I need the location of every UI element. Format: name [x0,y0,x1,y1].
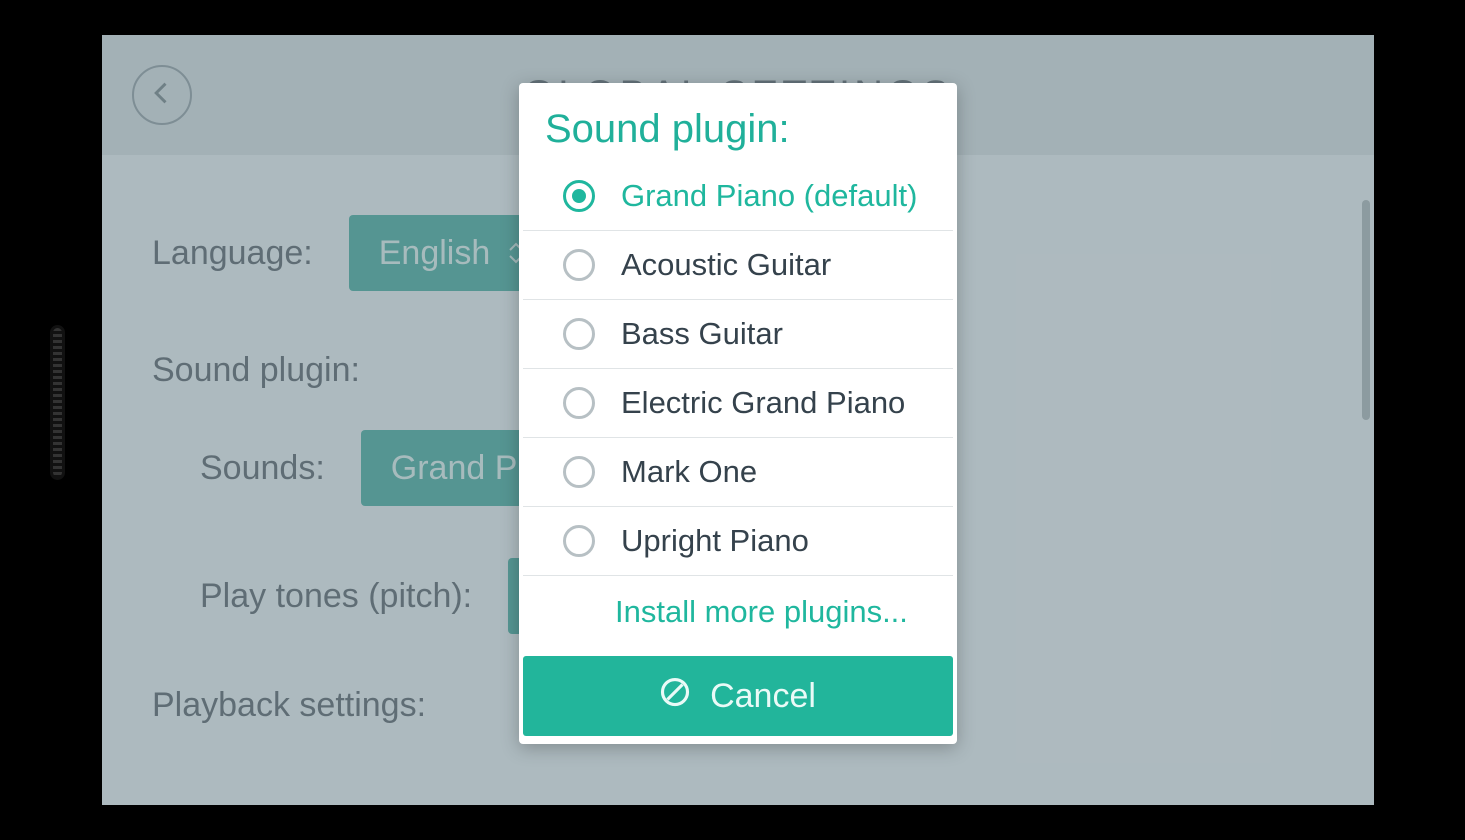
sound-plugin-modal: Sound plugin: Grand Piano (default) Acous… [519,83,957,744]
modal-title: Sound plugin: [519,101,957,162]
radio-icon [563,387,595,419]
radio-icon [563,456,595,488]
device-speaker [50,325,65,480]
cancel-label: Cancel [710,677,816,716]
app-screen: GLOBAL SETTINGS Language: English Sound … [102,35,1374,805]
install-more-plugins-link[interactable]: Install more plugins... [523,576,953,648]
sound-option-label: Electric Grand Piano [621,385,905,421]
sound-option-row[interactable]: Mark One [523,438,953,507]
cancel-button[interactable]: Cancel [523,656,953,736]
cancel-icon [660,677,690,716]
sound-option-row[interactable]: Electric Grand Piano [523,369,953,438]
radio-icon [563,318,595,350]
device-frame: GLOBAL SETTINGS Language: English Sound … [10,0,1455,840]
radio-icon [563,525,595,557]
sound-option-label: Upright Piano [621,523,809,559]
sound-option-row[interactable]: Grand Piano (default) [523,162,953,231]
sound-option-label: Grand Piano (default) [621,178,917,214]
sound-option-row[interactable]: Acoustic Guitar [523,231,953,300]
radio-icon [563,249,595,281]
sound-option-label: Mark One [621,454,757,490]
sound-option-row[interactable]: Upright Piano [523,507,953,576]
radio-icon [563,180,595,212]
sound-option-row[interactable]: Bass Guitar [523,300,953,369]
sound-option-label: Acoustic Guitar [621,247,831,283]
sound-option-label: Bass Guitar [621,316,783,352]
